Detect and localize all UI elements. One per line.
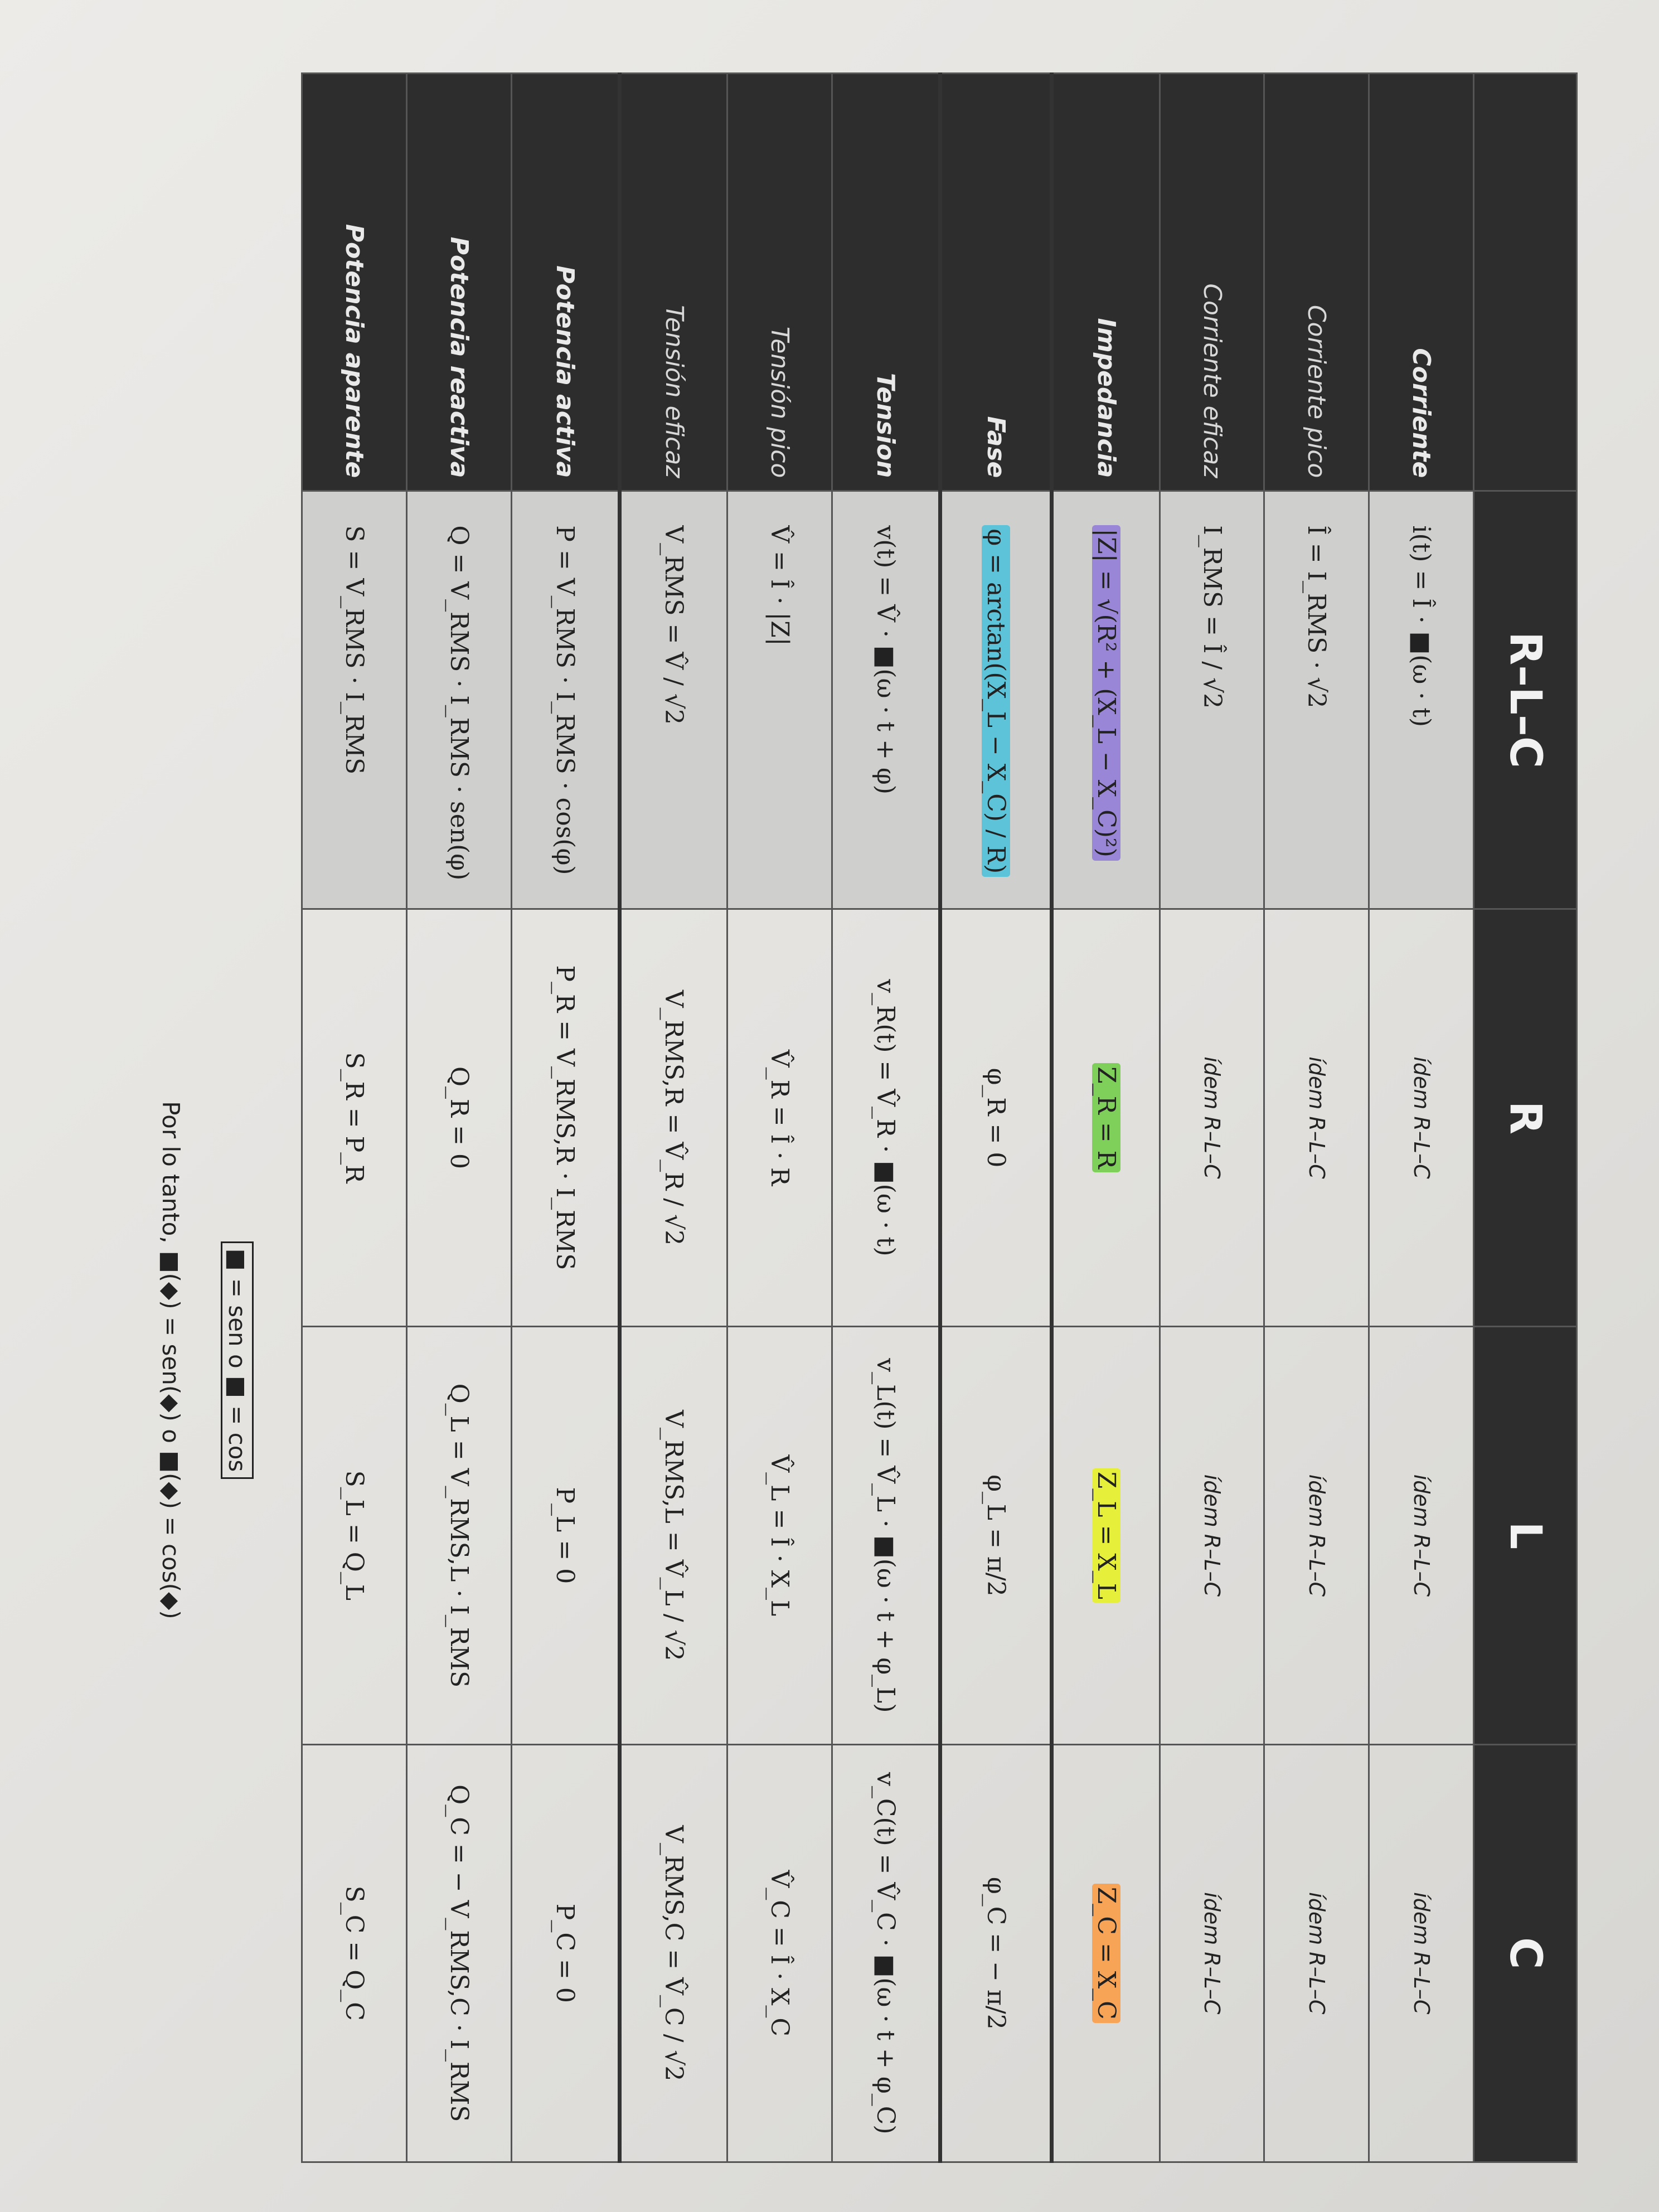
header-row: R–L–C R L C [1473,73,1577,2162]
cell-l: Q_L = V_RMS,L · I_RMS [406,1326,512,1745]
cell-rlc: i(t) = Î · ■(ω · t) [1369,491,1474,909]
cell-rlc: |Z| = √(R² + (X_L − X_C)²) [1051,491,1160,909]
row-label: Tensión pico [727,73,832,491]
cell-rlc: v(t) = V̂ · ■(ω · t + φ) [832,491,940,909]
cell-l: Z_L = X_L [1051,1326,1160,1745]
cell-c: ídem R–L–C [1160,1744,1264,2162]
cell-r: ídem R–L–C [1369,909,1474,1327]
highlight-z: |Z| = √(R² + (X_L − X_C)²) [1092,525,1120,861]
rlc-formula-table: R–L–C R L C Corriente i(t) = Î · ■(ω · t… [301,72,1578,2163]
row-impedancia: Impedancia |Z| = √(R² + (X_L − X_C)²) Z_… [1051,73,1160,2162]
row-corriente: Corriente i(t) = Î · ■(ω · t) ídem R–L–C… [1369,73,1474,2162]
highlight-xc: Z_C = X_C [1092,1883,1120,2023]
cell-l: ídem R–L–C [1264,1326,1369,1745]
conclusion-note: Por lo tanto, ■(◆) = sen(◆) o ■(◆) = cos… [157,1101,185,1619]
legend-text: ■ = sen o ■ = cos [221,1241,254,1479]
cell-r: φ_R = 0 [940,909,1052,1327]
cell-c: V̂_C = Î · X_C [727,1744,832,2162]
row-label: Potencia activa [511,73,620,491]
row-label: Corriente [1369,73,1474,491]
header-r: R [1473,909,1577,1327]
cell-rlc: V_RMS = V̂ / √2 [619,491,727,909]
cell-l: ídem R–L–C [1369,1326,1474,1745]
cell-c: V_RMS,C = V̂_C / √2 [619,1744,727,2162]
row-label: Tension [832,73,940,491]
row-potencia-activa: Potencia activa P = V_RMS · I_RMS · cos(… [511,73,620,2162]
cell-r: Q_R = 0 [406,909,512,1327]
header-rlc: R–L–C [1473,491,1577,909]
row-potencia-aparente: Potencia aparente S = V_RMS · I_RMS S_R … [302,73,407,2162]
row-label: Potencia aparente [302,73,407,491]
cell-rlc: Î = I_RMS · √2 [1264,491,1369,909]
cell-r: v_R(t) = V̂_R · ■(ω · t) [832,909,940,1327]
cell-r: ídem R–L–C [1264,909,1369,1327]
cell-rlc: Q = V_RMS · I_RMS · sen(φ) [406,491,512,909]
cell-r: V_RMS,R = V̂_R / √2 [619,909,727,1327]
cell-r: Z_R = R [1051,909,1160,1327]
row-label: Corriente eficaz [1160,73,1264,491]
row-label: Impedancia [1051,73,1160,491]
row-fase: Fase φ = arctan((X_L − X_C) / R) φ_R = 0… [940,73,1052,2162]
cell-l: P_L = 0 [511,1326,620,1745]
cell-c: ídem R–L–C [1264,1744,1369,2162]
footnotes: ■ = sen o ■ = cos Por lo tanto, ■(◆) = s… [0,970,254,1750]
row-tension: Tension v(t) = V̂ · ■(ω · t + φ) v_R(t) … [832,73,940,2162]
cell-rlc: P = V_RMS · I_RMS · cos(φ) [511,491,620,909]
cell-l: V_RMS,L = V̂_L / √2 [619,1326,727,1745]
cell-c: Z_C = X_C [1051,1744,1160,2162]
formula-table: R–L–C R L C Corriente i(t) = Î · ■(ω · t… [301,72,1578,2163]
cell-c: Q_C = − V_RMS,C · I_RMS [406,1744,512,2162]
row-label: Corriente pico [1264,73,1369,491]
cell-rlc: φ = arctan((X_L − X_C) / R) [940,491,1052,909]
row-tension-eficaz: Tensión eficaz V_RMS = V̂ / √2 V_RMS,R =… [619,73,727,2162]
row-label: Potencia reactiva [406,73,512,491]
legend-note: ■ = sen o ■ = cos [221,970,254,1750]
highlight-xl: Z_L = X_L [1092,1468,1120,1603]
cell-l: S_L = Q_L [302,1326,407,1745]
cell-r: P_R = V_RMS,R · I_RMS [511,909,620,1327]
cell-rlc: V̂ = Î · |Z| [727,491,832,909]
cell-rlc: S = V_RMS · I_RMS [302,491,407,909]
cell-r: V̂_R = Î · R [727,909,832,1327]
row-label: Fase [940,73,1052,491]
highlight-r: Z_R = R [1092,1063,1120,1172]
cell-c: v_C(t) = V̂_C · ■(ω · t + φ_C) [832,1744,940,2162]
row-label: Tensión eficaz [619,73,727,491]
cell-c: P_C = 0 [511,1744,620,2162]
cell-c: φ_C = − π/2 [940,1744,1052,2162]
cell-l: ídem R–L–C [1160,1326,1264,1745]
row-corriente-eficaz: Corriente eficaz I_RMS = Î / √2 ídem R–L… [1160,73,1264,2162]
row-tension-pico: Tensión pico V̂ = Î · |Z| V̂_R = Î · R V… [727,73,832,2162]
cell-l: V̂_L = Î · X_L [727,1326,832,1745]
header-l: L [1473,1326,1577,1745]
cell-c: S_C = Q_C [302,1744,407,2162]
highlight-phi: φ = arctan((X_L − X_C) / R) [981,525,1010,877]
cell-r: S_R = P_R [302,909,407,1327]
header-corner [1473,73,1577,491]
header-c: C [1473,1744,1577,2162]
cell-l: v_L(t) = V̂_L · ■(ω · t + φ_L) [832,1326,940,1745]
row-potencia-reactiva: Potencia reactiva Q = V_RMS · I_RMS · se… [406,73,512,2162]
cell-rlc: I_RMS = Î / √2 [1160,491,1264,909]
cell-r: ídem R–L–C [1160,909,1264,1327]
row-corriente-pico: Corriente pico Î = I_RMS · √2 ídem R–L–C… [1264,73,1369,2162]
cell-l: φ_L = π/2 [940,1326,1052,1745]
cell-c: ídem R–L–C [1369,1744,1474,2162]
